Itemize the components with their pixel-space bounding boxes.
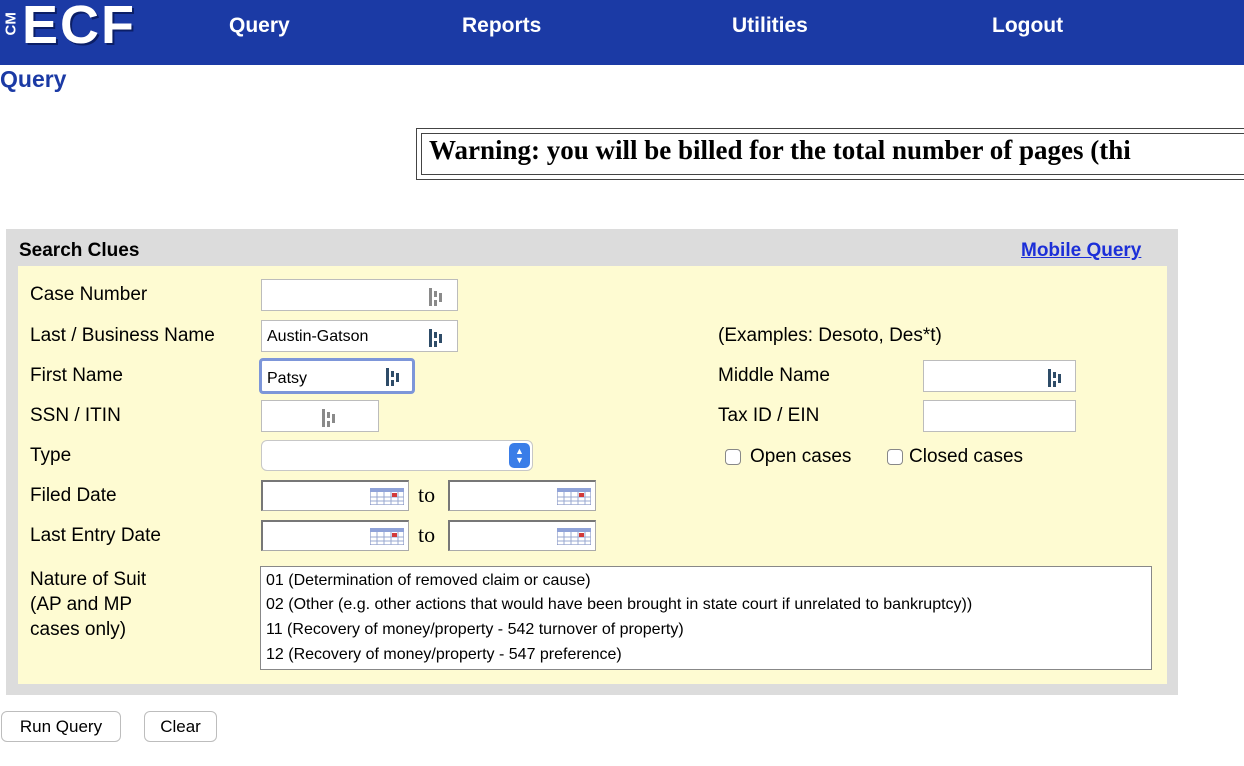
last-name-label: Last / Business Name — [30, 325, 215, 346]
run-query-button[interactable]: Run Query — [1, 711, 121, 742]
last-entry-date-to-input[interactable] — [448, 520, 596, 551]
closed-cases-label: Closed cases — [909, 446, 1024, 467]
clear-button[interactable]: Clear — [144, 711, 217, 742]
filed-date-to-input[interactable] — [448, 480, 596, 511]
type-label: Type — [30, 445, 72, 466]
calendar-icon[interactable] — [370, 488, 404, 505]
open-cases-label: Open cases — [750, 446, 852, 467]
nature-of-suit-label-1: Nature of Suit — [30, 569, 147, 590]
nature-of-suit-option[interactable]: 01 (Determination of removed claim or ca… — [266, 572, 591, 590]
case-number-label: Case Number — [30, 284, 148, 305]
filed-date-label: Filed Date — [30, 485, 117, 506]
logo-cm-text: CM — [2, 12, 20, 36]
billing-warning: Warning: you will be billed for the tota… — [416, 128, 1244, 180]
filed-date-from-input[interactable] — [261, 480, 409, 511]
case-number-input[interactable] — [261, 279, 458, 311]
top-nav-bar: CM ECF Query Reports Utilities Logout — [0, 0, 1244, 65]
calendar-icon[interactable] — [370, 528, 404, 545]
first-name-input[interactable]: Patsy — [259, 358, 415, 394]
password-manager-icon[interactable] — [322, 409, 336, 427]
last-entry-date-from-input[interactable] — [261, 520, 409, 551]
ssn-label: SSN / ITIN — [30, 405, 121, 426]
nav-reports[interactable]: Reports — [462, 14, 541, 38]
nav-logout[interactable]: Logout — [992, 14, 1063, 38]
nature-of-suit-option[interactable]: 02 (Other (e.g. other actions that would… — [266, 596, 972, 614]
logo-ecf-text: ECF — [22, 0, 136, 55]
password-manager-icon[interactable] — [429, 288, 443, 306]
last-name-input[interactable]: Austin-Gatson — [261, 320, 458, 352]
nature-of-suit-option[interactable]: 12 (Recovery of money/property - 547 pre… — [266, 646, 622, 664]
last-entry-date-label: Last Entry Date — [30, 525, 161, 546]
first-name-label: First Name — [30, 365, 123, 386]
middle-name-input[interactable] — [923, 360, 1076, 392]
open-cases-checkbox[interactable] — [725, 449, 741, 465]
calendar-icon[interactable] — [557, 528, 591, 545]
nature-of-suit-listbox[interactable]: 01 (Determination of removed claim or ca… — [260, 566, 1152, 670]
last-entry-date-to-label: to — [418, 522, 436, 547]
ssn-input[interactable] — [261, 400, 379, 432]
nature-of-suit-option[interactable]: 11 (Recovery of money/property - 542 tur… — [266, 621, 684, 639]
chevron-updown-icon: ▲ ▼ — [509, 443, 530, 468]
nature-of-suit-label-2: (AP and MP — [30, 594, 133, 615]
calendar-icon[interactable] — [557, 488, 591, 505]
tax-id-input[interactable] — [923, 400, 1076, 432]
closed-cases-checkbox[interactable] — [887, 449, 903, 465]
mobile-query-link[interactable]: Mobile Query — [1021, 240, 1141, 262]
billing-warning-text: Warning: you will be billed for the tota… — [429, 135, 1131, 165]
password-manager-icon[interactable] — [429, 329, 443, 347]
cmecf-logo: CM ECF — [0, 0, 170, 65]
page-title: Query — [0, 66, 67, 92]
middle-name-label: Middle Name — [718, 365, 830, 386]
password-manager-icon[interactable] — [386, 368, 400, 386]
tax-id-label: Tax ID / EIN — [718, 405, 820, 426]
filed-date-to-label: to — [418, 482, 436, 507]
nav-utilities[interactable]: Utilities — [732, 14, 808, 38]
nature-of-suit-label-3: cases only) — [30, 619, 127, 640]
type-select[interactable]: ▲ ▼ — [261, 440, 533, 471]
panel-title: Search Clues — [19, 240, 140, 261]
nav-query[interactable]: Query — [229, 14, 290, 38]
password-manager-icon[interactable] — [1048, 369, 1062, 387]
examples-hint: (Examples: Desoto, Des*t) — [718, 325, 942, 346]
